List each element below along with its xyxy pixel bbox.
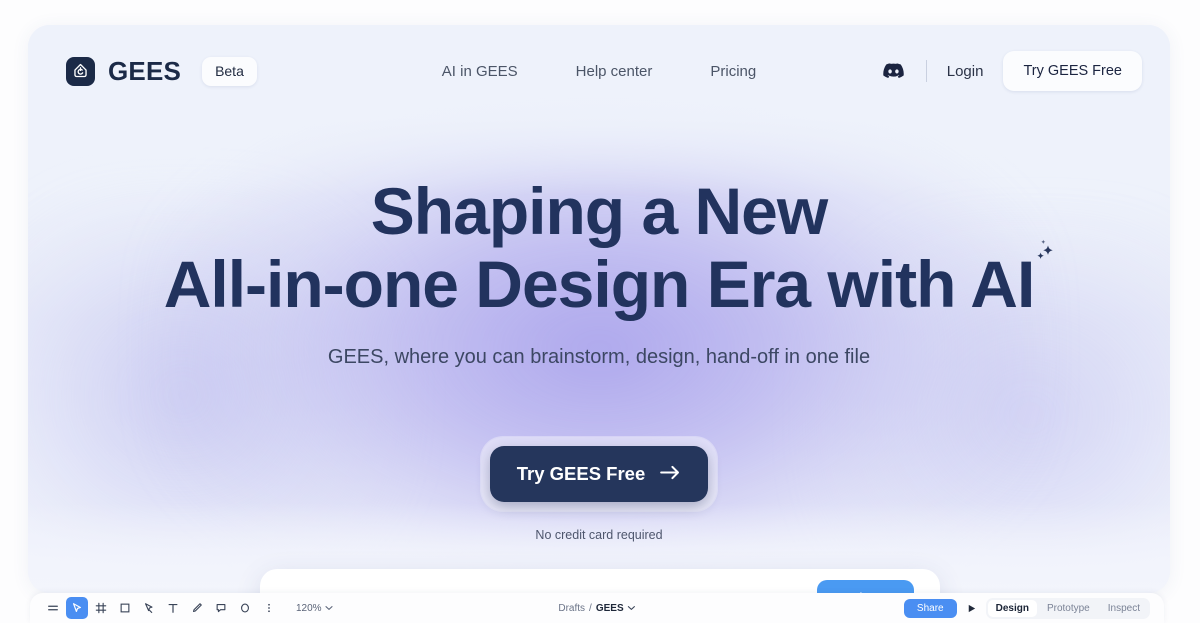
headline-line-2-wrap: All-in-one Design Era with AI bbox=[163, 239, 1053, 321]
tab-inspect[interactable]: Inspect bbox=[1100, 600, 1148, 617]
hero-section: Shaping a New All-in-one Design Era with… bbox=[28, 175, 1170, 542]
cta-note: No credit card required bbox=[535, 528, 663, 543]
hero-subheadline: GEES, where you can brainstorm, design, … bbox=[327, 346, 871, 369]
tab-prototype[interactable]: Prototype bbox=[1039, 600, 1098, 617]
login-link[interactable]: Login bbox=[947, 63, 984, 80]
frame-icon[interactable] bbox=[90, 597, 112, 619]
gees-droplet-logo-icon bbox=[66, 56, 95, 86]
nav-link-ai-in-gees[interactable]: AI in GEES bbox=[442, 63, 518, 80]
pen-icon[interactable] bbox=[138, 597, 160, 619]
zoom-level-value: 120% bbox=[296, 602, 322, 614]
website-canvas: GEES Beta AI in GEES Help center Pricing… bbox=[28, 25, 1170, 593]
hero-cta-block: Try GEES Free No credit card required bbox=[28, 437, 1170, 542]
site-header: GEES Beta AI in GEES Help center Pricing… bbox=[28, 25, 1170, 117]
mode-tabs: Design Prototype Inspect bbox=[985, 597, 1150, 619]
beta-badge: Beta bbox=[202, 56, 257, 86]
ellipse-icon[interactable] bbox=[234, 597, 256, 619]
cta-halo: Try GEES Free bbox=[480, 437, 718, 512]
page-root: GEES Beta AI in GEES Help center Pricing… bbox=[0, 0, 1200, 623]
brand-block[interactable]: GEES Beta bbox=[66, 56, 257, 87]
tab-design[interactable]: Design bbox=[987, 599, 1037, 617]
breadcrumb-file: GEES bbox=[595, 602, 624, 614]
arrow-right-icon bbox=[660, 463, 681, 485]
breadcrumb-separator: / bbox=[589, 602, 592, 614]
chevron-down-icon bbox=[325, 603, 333, 614]
chevron-down-icon bbox=[628, 603, 636, 614]
text-icon[interactable] bbox=[162, 597, 184, 619]
header-divider bbox=[925, 60, 927, 82]
menu-icon[interactable] bbox=[42, 597, 64, 619]
more-options-icon[interactable] bbox=[258, 597, 280, 619]
nav-link-help-center[interactable]: Help center bbox=[576, 63, 653, 80]
cursor-select-icon[interactable] bbox=[66, 597, 88, 619]
design-app-toolbar: 120% Drafts / GEES Share Design Prototyp… bbox=[30, 593, 1164, 623]
headline-line-1: Shaping a New bbox=[370, 174, 828, 248]
hero-cta-label: Try GEES Free bbox=[516, 463, 646, 485]
hero-try-free-button[interactable]: Try GEES Free bbox=[489, 446, 709, 503]
discord-icon[interactable] bbox=[882, 59, 906, 83]
sparkles-icon bbox=[1026, 212, 1060, 259]
brand-wordmark: GEES bbox=[108, 55, 182, 86]
pencil-icon[interactable] bbox=[186, 597, 208, 619]
primary-navigation: AI in GEES Help center Pricing bbox=[442, 63, 756, 80]
breadcrumb-parent: Drafts bbox=[558, 602, 586, 614]
comment-icon[interactable] bbox=[210, 597, 232, 619]
toolbar-actions: Share Design Prototype Inspect bbox=[903, 597, 1164, 619]
headline-line-2: All-in-one Design Era with AI bbox=[163, 246, 1036, 321]
toolbar-tools: 120% bbox=[30, 597, 333, 619]
breadcrumb[interactable]: Drafts / GEES bbox=[558, 602, 636, 614]
play-icon[interactable] bbox=[966, 603, 977, 614]
zoom-level-dropdown[interactable]: 120% bbox=[296, 603, 333, 614]
header-actions: Login Try GEES Free bbox=[882, 51, 1142, 91]
nav-try-free-button[interactable]: Try GEES Free bbox=[1003, 51, 1142, 91]
share-button[interactable]: Share bbox=[903, 598, 957, 618]
nav-link-pricing[interactable]: Pricing bbox=[710, 63, 756, 80]
rectangle-icon[interactable] bbox=[114, 597, 136, 619]
page-title: Shaping a New All-in-one Design Era with… bbox=[28, 175, 1170, 320]
